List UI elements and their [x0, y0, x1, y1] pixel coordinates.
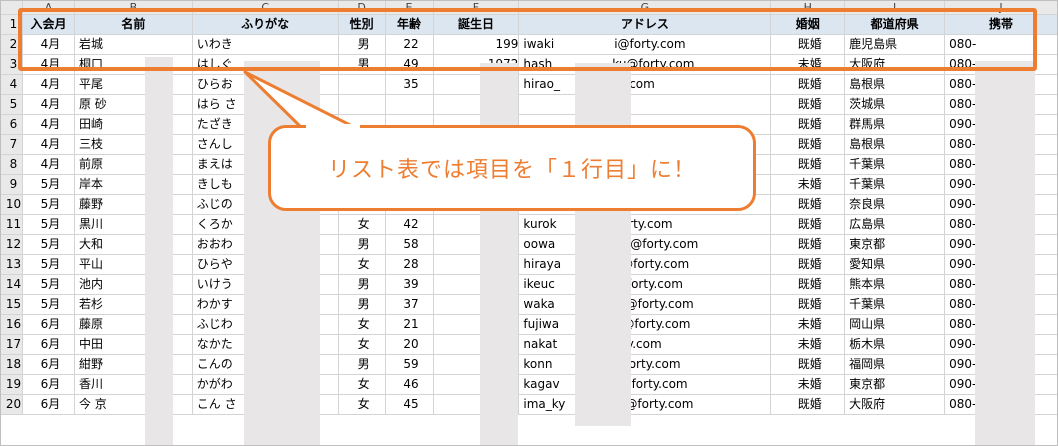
callout-pointer-join	[306, 124, 360, 130]
spreadsheet-sheet: A B C D E F G H I J 1 入会月 名前 ふりがな 性別 年齢 …	[0, 0, 1058, 446]
